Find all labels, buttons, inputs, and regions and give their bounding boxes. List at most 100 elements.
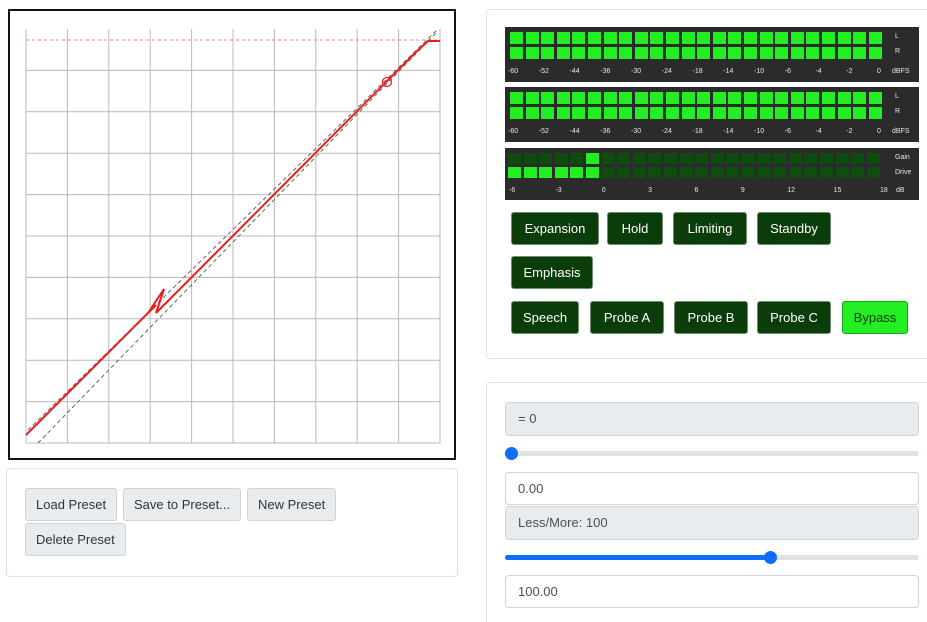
mode-button-probe-a[interactable]: Probe A <box>590 301 664 334</box>
scale-tick-label: -52 <box>538 128 549 135</box>
mode-button-speech[interactable]: Speech <box>511 301 579 334</box>
meter-segment-lit <box>712 107 726 119</box>
param1-value-input[interactable]: 0.00 <box>505 472 919 505</box>
meter-segment-lit <box>634 107 648 119</box>
meter-segment-lit <box>588 32 601 44</box>
meter-segment-lit <box>790 92 804 104</box>
meter-segment-lit <box>523 167 537 178</box>
meter-segment-lit <box>572 92 586 104</box>
meter-segment-lit <box>539 167 553 178</box>
meter-segment-lit <box>681 47 695 59</box>
slider-thumb[interactable] <box>505 447 518 460</box>
meter-segment-unlit <box>866 153 880 164</box>
meter-segment-lit <box>588 92 601 104</box>
mode-button-emphasis[interactable]: Emphasis <box>511 256 593 289</box>
slider-track <box>505 451 919 456</box>
meter-segment-lit <box>650 32 664 44</box>
scale-tick-label: -44 <box>569 128 580 135</box>
mode-button-probe-c[interactable]: Probe C <box>757 301 831 334</box>
scale-tick-label: -60 <box>508 68 519 75</box>
meter-segment-lit <box>775 32 789 44</box>
meter-segment-lit <box>572 32 586 44</box>
meter-segment-lit <box>634 32 648 44</box>
scale-tick-label: 0 <box>601 187 606 194</box>
meter-segment-lit <box>728 92 742 104</box>
scale-tick-label: -4 <box>815 128 822 135</box>
mode-button-limiting[interactable]: Limiting <box>673 212 747 245</box>
meter-segment-lit <box>868 32 882 44</box>
meter-segment-lit <box>822 32 835 44</box>
meter-segment-lit <box>510 47 523 59</box>
meter-segment-unlit <box>539 153 553 164</box>
scale-tick-label: -10 <box>754 68 765 75</box>
meter-segment-unlit <box>757 153 771 164</box>
mode-button-standby[interactable]: Standby <box>757 212 831 245</box>
scale-tick-label: -24 <box>661 128 672 135</box>
meter-segment-lit <box>556 47 570 59</box>
param2-value-input[interactable]: 100.00 <box>505 575 919 608</box>
meter-segment-lit <box>525 47 539 59</box>
meter-segment-lit <box>572 107 586 119</box>
meter-segment-unlit <box>554 153 568 164</box>
meter-segment-lit <box>619 92 633 104</box>
load-preset-button[interactable]: Load Preset <box>25 488 118 521</box>
scale-tick-label: -24 <box>661 68 672 75</box>
slider-fill <box>505 555 770 560</box>
meter-segment-lit <box>775 107 789 119</box>
param2-slider[interactable] <box>505 551 919 565</box>
new-preset-button[interactable]: New Preset <box>247 488 337 521</box>
param1-slider[interactable] <box>505 447 919 461</box>
meter-segment-lit <box>508 167 521 178</box>
meter-segment-unlit <box>664 167 677 178</box>
meter-segment-lit <box>837 47 851 59</box>
meter-segment-unlit <box>804 167 818 178</box>
transfer-curve-graph[interactable] <box>8 9 456 460</box>
meter-segment-unlit <box>757 167 771 178</box>
scale-tick-label: 9 <box>740 187 745 194</box>
meter-segment-lit <box>619 47 633 59</box>
save-to-preset-button[interactable]: Save to Preset... <box>123 488 242 521</box>
meter-segment-unlit <box>773 153 787 164</box>
scale-unit-label: dBFS <box>892 128 910 135</box>
meter-segment-unlit <box>835 167 849 178</box>
meter-segment-lit <box>697 47 711 59</box>
meter-segment-unlit <box>726 167 740 178</box>
meter-segment-lit <box>541 32 555 44</box>
meter-segment-lit <box>603 107 617 119</box>
meter-segment-lit <box>822 107 835 119</box>
meter-segment-unlit <box>601 153 615 164</box>
scale-tick-label: -30 <box>631 128 642 135</box>
meter-segment-lit <box>853 92 867 104</box>
meter-segment-lit <box>541 92 555 104</box>
meter-segment-unlit <box>508 153 521 164</box>
meter-segment-unlit <box>788 153 802 164</box>
mode-button-hold[interactable]: Hold <box>607 212 663 245</box>
meter-segment-lit <box>650 107 664 119</box>
meter-segment-lit <box>650 92 664 104</box>
delete-preset-button[interactable]: Delete Preset <box>25 523 126 556</box>
mode-button-expansion[interactable]: Expansion <box>511 212 599 245</box>
scale-tick-label: 3 <box>648 187 653 194</box>
meter-segment-unlit <box>820 167 833 178</box>
mode-button-probe-b[interactable]: Probe B <box>674 301 748 334</box>
meter-segment-lit <box>744 47 757 59</box>
meter-segment-lit <box>822 47 835 59</box>
meter-segment-lit <box>728 32 742 44</box>
transfer-curve-svg[interactable] <box>10 11 454 458</box>
meter-segment-lit <box>586 167 599 178</box>
meter-segment-lit <box>837 107 851 119</box>
slider-thumb[interactable] <box>763 551 777 564</box>
channel-label: Drive <box>895 169 912 176</box>
meter-segment-lit <box>603 47 617 59</box>
meter-segment-lit <box>712 92 726 104</box>
param1-label: = 0 <box>505 402 919 436</box>
meter-segment-unlit <box>742 153 755 164</box>
meter-segment-lit <box>868 107 882 119</box>
unity-reference-line-lower <box>37 32 437 444</box>
meter-segment-lit <box>650 47 664 59</box>
meter-segment-lit <box>588 47 601 59</box>
meter-segment-unlit <box>601 167 615 178</box>
scale-tick-label: -6 <box>784 128 791 135</box>
scale-tick-label: -18 <box>692 68 703 75</box>
mode-button-bypass[interactable]: Bypass <box>842 301 908 334</box>
